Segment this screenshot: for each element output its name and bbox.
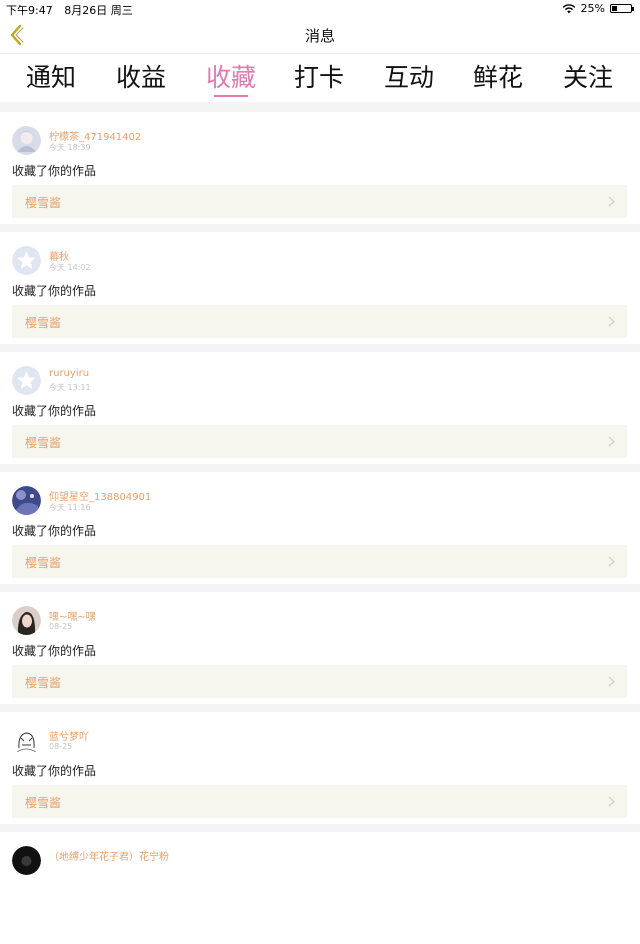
work-title: 樱雪酱	[25, 676, 62, 690]
username[interactable]: 蓝兮梦吖	[49, 728, 89, 743]
work-title: 樱雪酱	[25, 196, 62, 210]
page-title: 消息	[304, 27, 335, 45]
status-bar: 下午9:47 8月26日 周三 25%	[0, 0, 640, 17]
battery-icon	[610, 4, 634, 13]
battery-fill	[612, 6, 617, 11]
work-title: 樱雪酱	[25, 796, 62, 810]
work-link[interactable]: 樱雪酱	[12, 425, 627, 458]
timestamp: 今天 11:16	[49, 503, 91, 512]
tab-earnings[interactable]: 收益	[101, 58, 181, 94]
wifi-icon	[562, 3, 575, 13]
default-avatar-star-icon[interactable]	[12, 246, 41, 275]
active-tab-underline	[214, 95, 248, 97]
work-title: 樱雪酱	[25, 316, 62, 330]
action-text: 收藏了你的作品	[12, 644, 97, 658]
work-title: 樱雪酱	[25, 436, 62, 450]
user-avatar[interactable]	[12, 486, 41, 515]
username[interactable]: ruruyiru	[49, 368, 89, 379]
user-avatar[interactable]	[12, 126, 41, 155]
chevron-right-icon	[608, 316, 615, 327]
status-left: 下午9:47 8月26日 周三	[6, 2, 133, 18]
timestamp: 今天 14:02	[49, 263, 91, 272]
chevron-right-icon	[608, 196, 615, 207]
user-avatar[interactable]	[12, 726, 41, 755]
notification-card: （地缚少年花子君）花宁粉	[0, 832, 640, 944]
notification-card: 柠檬茶_471941402 今天 18:39 收藏了你的作品 樱雪酱	[0, 112, 640, 224]
username[interactable]: （地缚少年花子君）花宁粉	[49, 848, 169, 863]
tab-interaction[interactable]: 互动	[369, 58, 449, 94]
work-link[interactable]: 樱雪酱	[12, 185, 627, 218]
tab-follow[interactable]: 关注	[548, 58, 628, 94]
notification-card: 嘿~嘿~嘿 08-25 收藏了你的作品 樱雪酱	[0, 592, 640, 704]
notification-card: 蓝兮梦吖 08-25 收藏了你的作品 樱雪酱	[0, 712, 640, 824]
default-avatar-star-icon[interactable]	[12, 366, 41, 395]
work-title: 樱雪酱	[25, 556, 62, 570]
action-text: 收藏了你的作品	[12, 164, 97, 178]
chevron-right-icon	[608, 676, 615, 687]
tab-checkin[interactable]: 打卡	[279, 58, 359, 94]
user-avatar[interactable]	[12, 846, 41, 875]
status-right: 25%	[562, 2, 634, 15]
username[interactable]: 嘿~嘿~嘿	[49, 608, 96, 623]
username[interactable]: 仰望星空_138804901	[49, 488, 151, 503]
status-date: 8月26日 周三	[64, 4, 133, 17]
username[interactable]: 幕秋	[49, 248, 69, 263]
chevron-right-icon	[608, 796, 615, 807]
chevron-right-icon	[608, 436, 615, 447]
timestamp: 今天 18:39	[49, 143, 91, 152]
battery-percent: 25%	[580, 2, 605, 15]
notification-card: 仰望星空_138804901 今天 11:16 收藏了你的作品 樱雪酱	[0, 472, 640, 584]
work-link[interactable]: 樱雪酱	[12, 785, 627, 818]
tab-flowers[interactable]: 鲜花	[458, 58, 538, 94]
notification-card: ruruyiru 今天 13:11 收藏了你的作品 樱雪酱	[0, 352, 640, 464]
work-link[interactable]: 樱雪酱	[12, 665, 627, 698]
notification-card: 幕秋 今天 14:02 收藏了你的作品 樱雪酱	[0, 232, 640, 344]
status-time: 下午9:47	[6, 4, 53, 17]
chevron-right-icon	[608, 556, 615, 567]
username[interactable]: 柠檬茶_471941402	[49, 128, 141, 143]
tab-bar: 通知 收益 收藏 打卡 互动 鲜花 关注	[0, 54, 640, 102]
timestamp: 08-25	[49, 742, 73, 751]
user-avatar[interactable]	[12, 606, 41, 635]
action-text: 收藏了你的作品	[12, 764, 97, 778]
tab-notice[interactable]: 通知	[11, 58, 91, 94]
action-text: 收藏了你的作品	[12, 524, 97, 538]
work-link[interactable]: 樱雪酱	[12, 305, 627, 338]
timestamp: 08-25	[49, 622, 73, 631]
action-text: 收藏了你的作品	[12, 404, 97, 418]
work-link[interactable]: 樱雪酱	[12, 545, 627, 578]
timestamp: 今天 13:11	[49, 383, 91, 392]
tab-favorites[interactable]: 收藏	[191, 58, 271, 94]
action-text: 收藏了你的作品	[12, 284, 97, 298]
nav-bar: 消息	[0, 17, 640, 54]
